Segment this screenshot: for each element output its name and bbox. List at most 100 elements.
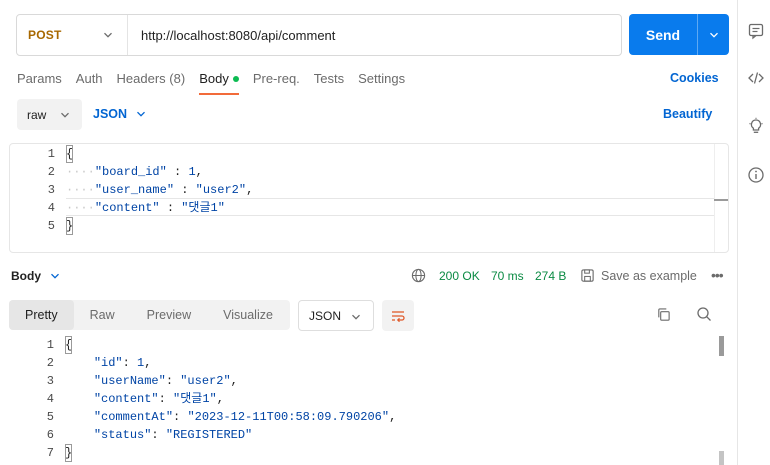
editor-line: 3 ····"user_name" : "user2", — [10, 181, 728, 199]
editor-line: 2 "id": 1, — [9, 354, 729, 372]
line-number: 3 — [47, 183, 55, 197]
line-number: 7 — [46, 446, 54, 460]
json-key: "content" — [93, 392, 159, 406]
chevron-down-icon — [709, 32, 718, 38]
json-separator: : — [165, 374, 181, 388]
editor-line: 1 { — [10, 145, 728, 163]
json-key: "board_id" — [94, 165, 167, 179]
save-as-example-button[interactable]: Save as example — [580, 268, 697, 283]
json-key: "content" — [94, 201, 160, 215]
json-key: "userName" — [93, 374, 166, 388]
copy-icon[interactable] — [656, 307, 671, 322]
editor-line: 5 } — [10, 217, 728, 235]
more-options-button[interactable]: ••• — [711, 267, 724, 283]
json-value: "2023-12-11T00:58:09.790206" — [187, 410, 390, 424]
chevron-down-icon — [104, 32, 112, 38]
json-separator: : — [158, 392, 174, 406]
line-number: 1 — [47, 147, 55, 161]
json-separator: : — [122, 356, 138, 370]
json-value: "user2" — [180, 374, 231, 388]
json-separator: : — [159, 201, 182, 215]
response-body-viewer[interactable]: 1 { 2 "id": 1, 3 "userName": "user2", 4 … — [9, 336, 729, 465]
method-label: POST — [28, 28, 62, 42]
editor-line: 4 ····"content" : "댓글1" — [10, 199, 728, 217]
url-bar: POST — [16, 14, 622, 56]
body-language-select[interactable]: JSON — [93, 107, 146, 121]
save-as-example-label: Save as example — [601, 268, 697, 283]
json-key: "commentAt" — [93, 410, 174, 424]
editor-line: 5 "commentAt": "2023-12-11T00:58:09.7902… — [9, 408, 729, 426]
body-modified-dot — [232, 76, 239, 82]
wrap-lines-icon — [392, 310, 405, 322]
send-button[interactable]: Send — [629, 14, 697, 55]
line-number: 3 — [46, 374, 54, 388]
line-number: 1 — [46, 338, 54, 352]
body-mode-select[interactable]: raw — [17, 99, 82, 130]
tab-settings[interactable]: Settings — [358, 71, 405, 95]
wrap-lines-button[interactable] — [382, 300, 414, 331]
json-key: "id" — [93, 356, 123, 370]
tab-raw[interactable]: Raw — [74, 300, 131, 330]
json-key: "user_name" — [94, 183, 175, 197]
json-value: "REGISTERED" — [165, 428, 253, 442]
editor-line: 7 } — [9, 444, 729, 462]
response-size[interactable]: 274 B — [535, 269, 566, 283]
scrollbar-thumb[interactable] — [719, 336, 724, 356]
save-icon — [581, 269, 594, 282]
lightbulb-icon[interactable] — [747, 117, 765, 135]
response-body-select[interactable]: Body — [11, 269, 60, 283]
line-number: 2 — [46, 356, 54, 370]
tab-body[interactable]: Body — [199, 71, 239, 95]
json-comma: , — [389, 410, 397, 424]
chevron-down-icon — [51, 273, 59, 279]
comment-icon[interactable] — [747, 22, 765, 40]
chevron-down-icon — [137, 111, 146, 117]
json-comma: , — [144, 356, 152, 370]
json-key: "status" — [93, 428, 152, 442]
response-time[interactable]: 70 ms — [491, 269, 524, 283]
request-body-editor[interactable]: 1 { 2 ····"board_id" : 1, 3 ····"user_na… — [9, 143, 729, 253]
chevron-down-icon — [61, 112, 69, 118]
response-language-label: JSON — [309, 308, 342, 323]
json-comma: , — [216, 392, 224, 406]
tab-tests[interactable]: Tests — [314, 71, 344, 95]
beautify-button[interactable]: Beautify — [663, 107, 712, 121]
status-code[interactable]: 200 OK — [439, 269, 480, 283]
tab-preview[interactable]: Preview — [131, 300, 207, 330]
url-input[interactable] — [128, 15, 621, 55]
json-separator: : — [151, 428, 166, 442]
method-select[interactable]: POST — [17, 15, 128, 55]
cookies-link[interactable]: Cookies — [670, 71, 719, 85]
open-brace: { — [65, 336, 73, 354]
json-separator: : — [174, 183, 196, 197]
globe-icon[interactable] — [411, 268, 426, 283]
send-options-button[interactable] — [697, 14, 729, 55]
editor-scrollbar[interactable] — [714, 144, 728, 252]
tab-headers[interactable]: Headers (8) — [117, 71, 186, 95]
close-brace: } — [66, 217, 74, 235]
tab-headers-label: Headers (8) — [116, 71, 186, 86]
line-number: 2 — [47, 165, 55, 179]
editor-line: 3 "userName": "user2", — [9, 372, 729, 390]
tab-visualize[interactable]: Visualize — [207, 300, 289, 330]
response-scrollbar[interactable] — [715, 336, 729, 465]
response-body-label: Body — [11, 269, 41, 283]
right-sidebar — [737, 0, 770, 465]
line-number: 6 — [46, 428, 54, 442]
line-number: 4 — [47, 201, 55, 215]
code-icon[interactable] — [747, 69, 765, 87]
tab-pre-request[interactable]: Pre-req. — [253, 71, 300, 95]
editor-line: 6 "status": "REGISTERED" — [9, 426, 729, 444]
json-comma: , — [246, 183, 254, 197]
response-language-select[interactable]: JSON — [298, 300, 374, 331]
info-icon[interactable] — [747, 166, 765, 184]
editor-line: 2 ····"board_id" : 1, — [10, 163, 728, 181]
body-mode-label: raw — [27, 107, 47, 122]
close-brace: } — [65, 444, 73, 462]
tab-auth[interactable]: Auth — [76, 71, 103, 95]
search-icon[interactable] — [696, 306, 712, 322]
response-view-tabs: Pretty Raw Preview Visualize — [9, 300, 290, 330]
body-language-label: JSON — [93, 107, 128, 121]
tab-params[interactable]: Params — [17, 71, 62, 95]
tab-pretty[interactable]: Pretty — [9, 300, 74, 330]
